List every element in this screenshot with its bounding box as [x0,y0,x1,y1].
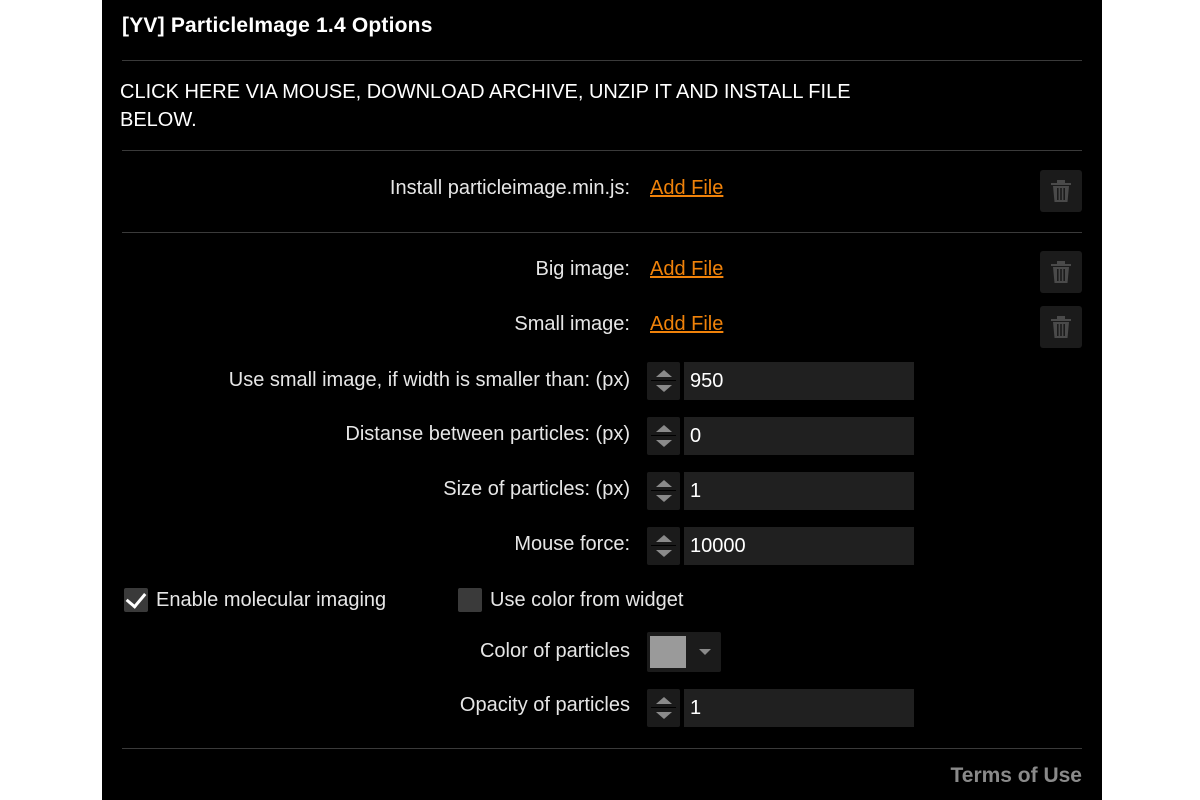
small-image-width-stepper[interactable] [647,362,680,400]
stepper-divider [651,490,676,491]
widget-color-checkbox[interactable]: Use color from widget [458,588,683,612]
divider [122,748,1082,749]
stepper-divider [651,707,676,708]
dialog-title: [YV] ParticleImage 1.4 Options [122,14,433,37]
install-delete-button[interactable] [1040,170,1082,212]
checkbox-box[interactable] [458,588,482,612]
mouse-force-input[interactable] [684,527,914,565]
particle-opacity-input[interactable] [684,689,914,727]
particle-opacity-label: Opacity of particles [459,694,630,716]
particle-distance-stepper[interactable] [647,417,680,455]
widget-color-label: Use color from widget [490,588,684,611]
checkmark-icon [125,587,147,609]
small-image-delete-button[interactable] [1040,306,1082,348]
divider [122,232,1082,233]
divider [122,60,1082,61]
chevron-down-icon [699,649,711,655]
decrement-icon[interactable] [656,550,672,557]
particle-color-picker[interactable] [647,632,721,672]
mouse-force-stepper[interactable] [647,527,680,565]
increment-icon[interactable] [656,697,672,704]
particle-size-label: Size of particles: (px) [443,478,630,500]
increment-icon[interactable] [656,425,672,432]
trash-icon [1051,180,1071,202]
particle-distance-label: Distanse between particles: (px) [345,423,630,445]
stepper-divider [651,545,676,546]
big-image-delete-button[interactable] [1040,251,1082,293]
mouse-force-label: Mouse force: [514,533,630,555]
increment-icon[interactable] [656,480,672,487]
options-panel: [YV] ParticleImage 1.4 Options CLICK HER… [102,0,1102,800]
decrement-icon[interactable] [656,495,672,502]
trash-icon [1051,316,1071,338]
trash-icon [1051,261,1071,283]
small-image-width-label: Use small image, if width is smaller tha… [228,369,630,391]
small-image-label: Small image: [514,313,630,335]
stepper-divider [651,380,676,381]
download-instructions-link[interactable]: CLICK HERE VIA MOUSE, DOWNLOAD ARCHIVE, … [120,78,920,134]
terms-of-use-link[interactable]: Terms of Use [951,764,1083,788]
particle-size-input[interactable] [684,472,914,510]
particle-size-stepper[interactable] [647,472,680,510]
particle-color-label: Color of particles [479,640,630,662]
stepper-divider [651,435,676,436]
install-add-file-link[interactable]: Add File [650,177,723,200]
big-image-add-file-link[interactable]: Add File [650,258,723,281]
color-swatch [650,636,686,668]
particle-opacity-stepper[interactable] [647,689,680,727]
molecular-imaging-checkbox[interactable]: Enable molecular imaging [124,587,387,612]
checkbox-box[interactable] [124,587,148,612]
particle-distance-input[interactable] [684,417,914,455]
divider [122,150,1082,151]
molecular-imaging-label: Enable molecular imaging [156,588,387,611]
increment-icon[interactable] [656,370,672,377]
decrement-icon[interactable] [656,440,672,447]
big-image-label: Big image: [535,258,631,280]
increment-icon[interactable] [656,535,672,542]
decrement-icon[interactable] [656,712,672,719]
install-file-label: Install particleimage.min.js: [389,177,630,199]
small-image-width-input[interactable] [684,362,914,400]
decrement-icon[interactable] [656,385,672,392]
small-image-add-file-link[interactable]: Add File [650,313,723,336]
